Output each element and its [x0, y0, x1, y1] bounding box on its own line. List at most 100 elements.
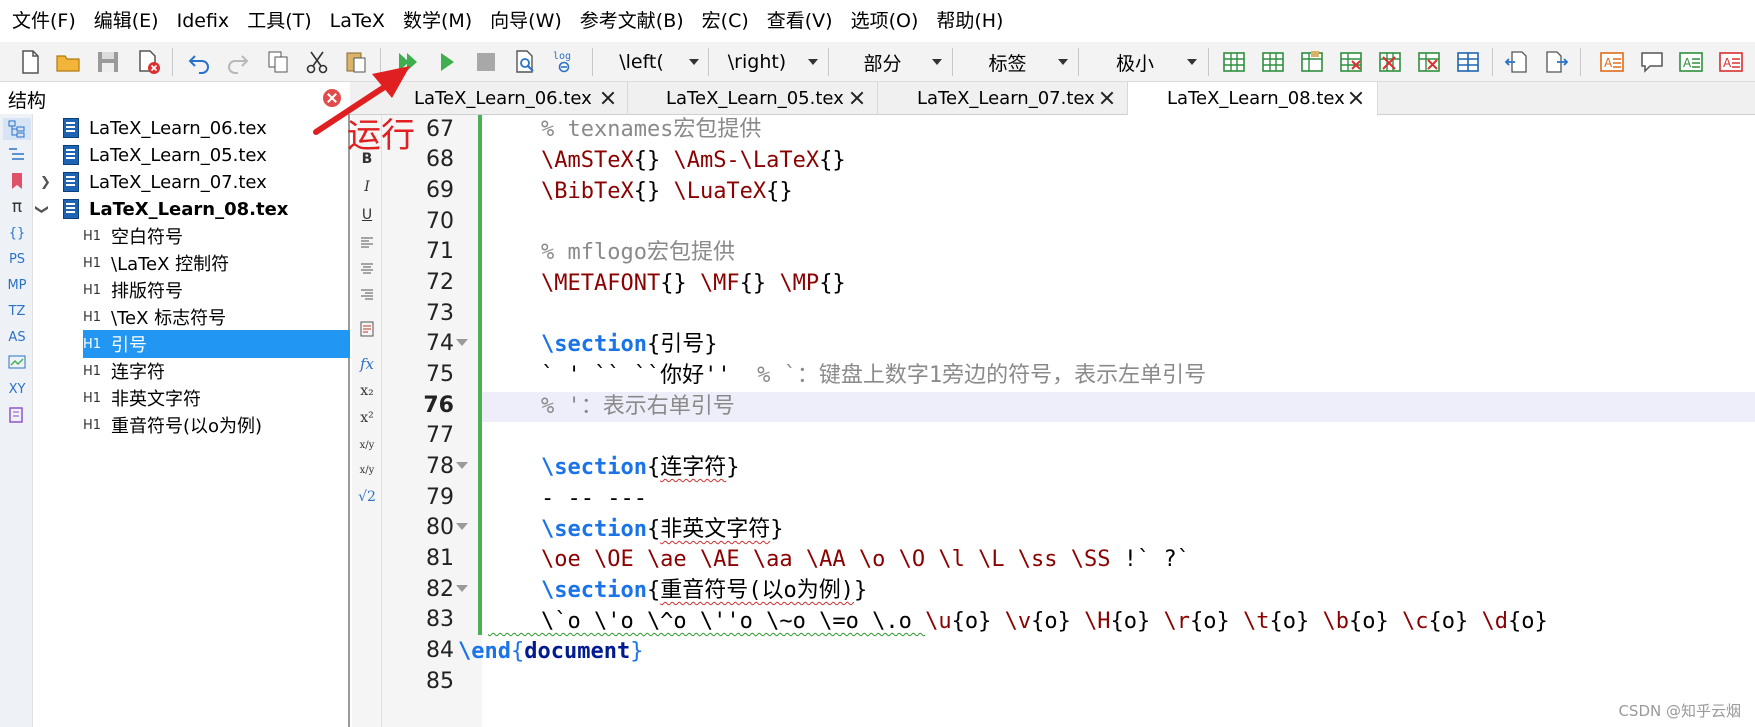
compile-icon[interactable] — [432, 47, 462, 77]
fold-toggle-icon[interactable] — [456, 339, 468, 346]
toc-icon[interactable] — [3, 144, 31, 166]
open-folder-icon[interactable] — [53, 47, 83, 77]
menu-file[interactable]: 文件(F) — [6, 0, 88, 42]
tikz-icon[interactable]: TZ — [3, 300, 31, 322]
undo-icon[interactable] — [184, 47, 214, 77]
fraction-icon[interactable]: x/y — [352, 433, 382, 457]
superscript-icon[interactable]: x² — [352, 406, 382, 430]
tree-file-item[interactable]: LaTeX_Learn_05.tex — [33, 141, 350, 169]
label-combo[interactable]: 标签 — [957, 47, 1074, 77]
metapost-icon[interactable]: MP — [3, 274, 31, 296]
part-combo[interactable]: 部分 — [833, 47, 948, 77]
tree-file-item[interactable]: ❯ LaTeX_Learn_07.tex — [33, 168, 350, 196]
table-delete-column-icon[interactable] — [1375, 47, 1405, 77]
fold-toggle-icon[interactable] — [456, 523, 468, 530]
left-delimiter-combo[interactable]: \left( — [600, 47, 705, 77]
close-icon[interactable] — [1100, 91, 1114, 105]
macro-icon[interactable] — [3, 404, 31, 426]
tree-section-item[interactable]: H1 重音符号(以o为例) — [33, 411, 350, 439]
tab-latex-learn-07[interactable]: LaTeX_Learn_07.tex — [878, 82, 1128, 115]
menu-tools[interactable]: 工具(T) — [241, 0, 323, 42]
tree-section-item[interactable]: H1 非英文字符 — [33, 384, 350, 412]
structure-tree: LaTeX_Learn_06.tex LaTeX_Learn_05.tex ❯ L… — [33, 114, 350, 727]
asymptote-icon[interactable]: AS — [3, 326, 31, 348]
fold-toggle-icon[interactable] — [456, 462, 468, 469]
line-number: 83 — [426, 607, 454, 632]
tree-section-item-selected[interactable]: H1 引号 — [83, 330, 350, 358]
fold-toggle-icon[interactable] — [456, 585, 468, 592]
view-log-icon[interactable]: log — [549, 47, 579, 77]
dfrac-icon[interactable]: x/y — [352, 458, 382, 482]
redo-icon[interactable] — [223, 47, 253, 77]
tab-latex-learn-05[interactable]: LaTeX_Learn_05.tex — [628, 82, 878, 115]
braces-icon[interactable]: {} — [3, 222, 31, 244]
table-paste-icon[interactable] — [1297, 47, 1327, 77]
format-green-icon[interactable]: A — [1676, 47, 1706, 77]
chevron-down-icon[interactable]: ❯ — [34, 204, 49, 215]
log-label: log — [553, 51, 571, 62]
menu-math[interactable]: 数学(M) — [397, 0, 484, 42]
pi-icon[interactable]: π — [3, 196, 31, 218]
paste-icon[interactable] — [341, 47, 371, 77]
indent-icon[interactable] — [1541, 47, 1571, 77]
tree-file-item-active[interactable]: ❯ LaTeX_Learn_08.tex — [33, 195, 350, 223]
menu-idefix[interactable]: Idefix — [171, 0, 242, 42]
comment-icon[interactable] — [1637, 47, 1667, 77]
table-delete-row-icon[interactable] — [1336, 47, 1366, 77]
menu-latex[interactable]: LaTeX — [324, 0, 397, 42]
pstricks-icon[interactable]: PS — [3, 248, 31, 270]
close-file-icon[interactable] — [133, 47, 163, 77]
template-icon[interactable] — [352, 317, 382, 341]
font-size-combo[interactable]: 极小 — [1083, 47, 1203, 77]
italic-icon[interactable]: I — [352, 175, 382, 199]
table-clear-icon[interactable] — [1414, 47, 1444, 77]
table-align-icon[interactable] — [1453, 47, 1483, 77]
close-icon[interactable] — [601, 91, 615, 105]
quick-build-icon[interactable] — [393, 47, 423, 77]
align-center-icon[interactable] — [352, 257, 382, 281]
chart-icon[interactable] — [3, 352, 31, 374]
save-icon[interactable] — [93, 47, 123, 77]
format-text-icon[interactable]: A — [1597, 47, 1627, 77]
menu-bibliography[interactable]: 参考文献(B) — [574, 0, 696, 42]
menu-options[interactable]: 选项(O) — [845, 0, 931, 42]
copy-icon[interactable] — [263, 47, 293, 77]
table-add-column-icon[interactable] — [1258, 47, 1288, 77]
align-right-icon[interactable] — [352, 283, 382, 307]
menu-help[interactable]: 帮助(H) — [930, 0, 1015, 42]
menu-wizard[interactable]: 向导(W) — [484, 0, 574, 42]
close-icon[interactable] — [323, 89, 341, 107]
menu-macros[interactable]: 宏(C) — [696, 0, 761, 42]
menu-edit[interactable]: 编辑(E) — [88, 0, 171, 42]
close-icon[interactable] — [1349, 91, 1363, 105]
unindent-icon[interactable] — [1502, 47, 1532, 77]
chevron-right-icon[interactable]: ❯ — [40, 175, 51, 190]
table-icon[interactable] — [1219, 47, 1249, 77]
sqrt-icon[interactable]: √2 — [352, 485, 382, 509]
format-red-icon[interactable]: A — [1716, 47, 1746, 77]
subscript-icon[interactable]: x₂ — [352, 379, 382, 403]
tree-section-item[interactable]: H1 \TeX 标志符号 — [33, 303, 350, 331]
cut-icon[interactable] — [302, 47, 332, 77]
line-number-current: 76 — [423, 393, 454, 418]
align-left-icon[interactable] — [352, 231, 382, 255]
code-editor[interactable]: % texnames宏包提供 \AmSTeX{} \AmS-\LaTeX{} \… — [458, 115, 1755, 727]
tree-section-item[interactable]: H1 连字符 — [33, 357, 350, 385]
tree-section-item[interactable]: H1 \LaTeX 控制符 — [33, 249, 350, 277]
function-icon[interactable]: fx — [352, 352, 382, 376]
menu-view[interactable]: 查看(V) — [761, 0, 845, 42]
stop-icon[interactable] — [471, 47, 501, 77]
tree-section-item[interactable]: H1 空白符号 — [33, 222, 350, 250]
tab-latex-learn-08[interactable]: LaTeX_Learn_08.tex — [1128, 82, 1378, 116]
tree-file-item[interactable]: LaTeX_Learn_06.tex — [33, 114, 350, 142]
line-number: 71 — [426, 239, 454, 264]
underline-icon[interactable]: U — [352, 203, 382, 227]
view-pdf-icon[interactable] — [510, 47, 540, 77]
bookmark-icon[interactable] — [3, 170, 31, 192]
right-delimiter-combo[interactable]: \right) — [712, 47, 824, 77]
tree-section-item[interactable]: H1 排版符号 — [33, 276, 350, 304]
close-icon[interactable] — [850, 91, 864, 105]
new-file-icon[interactable] — [15, 47, 45, 77]
xy-icon[interactable]: XY — [3, 378, 31, 400]
structure-icon[interactable] — [3, 118, 31, 140]
